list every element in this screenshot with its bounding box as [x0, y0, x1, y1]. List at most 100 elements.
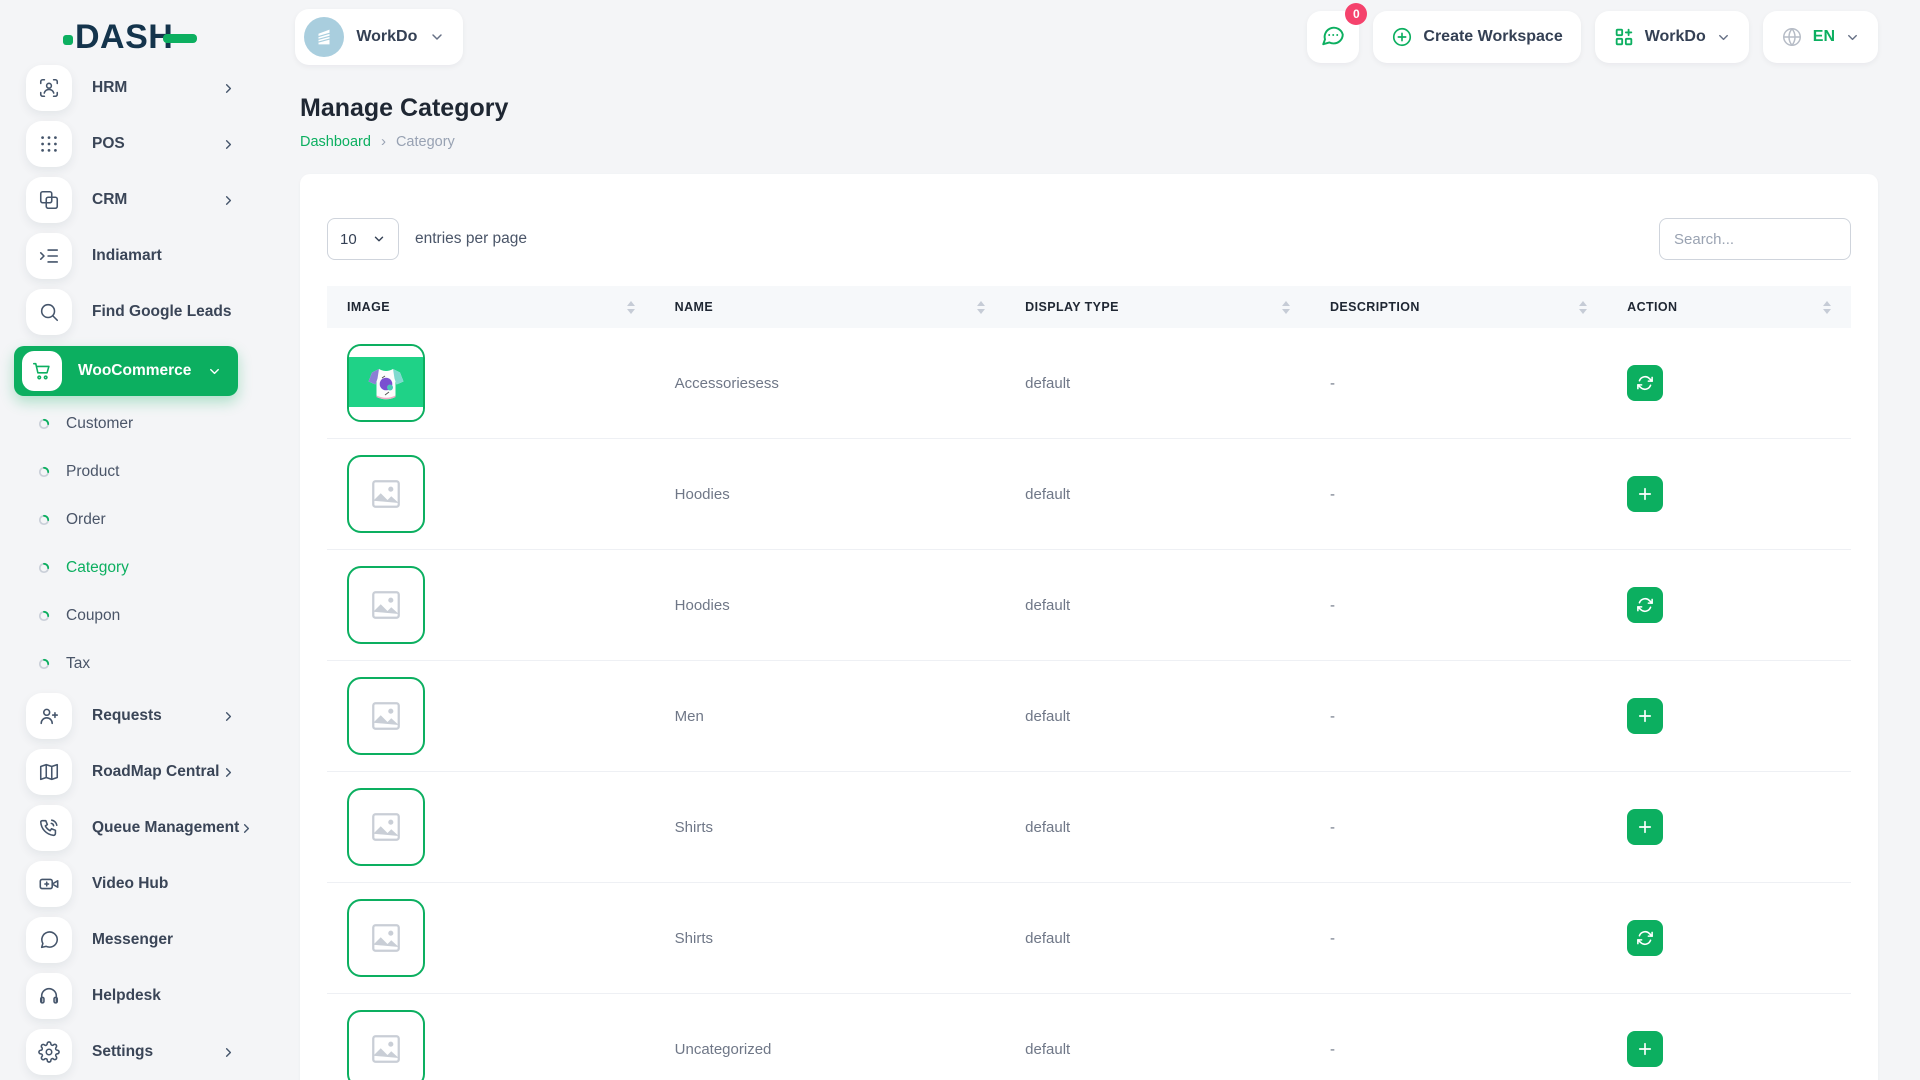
- category-name-cell: Men: [654, 660, 1006, 772]
- table-row: Hoodies default -: [327, 549, 1851, 661]
- sidebar-item-requests[interactable]: Requests: [0, 688, 258, 744]
- sidebar-item-label: POS: [92, 135, 125, 152]
- column-header-image[interactable]: IMAGE: [327, 286, 655, 328]
- category-action-button[interactable]: [1627, 698, 1664, 734]
- sidebar-item-label: WooCommerce: [78, 362, 192, 379]
- globe-icon: [1781, 26, 1803, 48]
- column-header-display-type[interactable]: DISPLAY TYPE: [1005, 286, 1310, 328]
- refresh-icon: [1636, 596, 1654, 614]
- app-menu-label: WorkDo: [1644, 28, 1706, 45]
- display-type-cell: default: [1005, 882, 1310, 994]
- topbar: DASH WorkDo 0 Create Workspace WorkDo EN: [0, 0, 1920, 74]
- table-row: Accessoriesess default -: [327, 328, 1851, 439]
- sidebar-subitem-label: Order: [66, 511, 106, 528]
- sidebar-subitem-tax[interactable]: Tax: [0, 640, 258, 688]
- sidebar-item-video-hub[interactable]: Video Hub: [0, 856, 258, 912]
- category-action-button[interactable]: [1627, 920, 1664, 956]
- table-row: Men default -: [327, 660, 1851, 772]
- sidebar-item-hrm[interactable]: HRM: [0, 60, 258, 116]
- category-table-header: IMAGE NAME DISPLAY TYPE DESCRIPTION ACTION: [327, 286, 1851, 328]
- app-menu-button[interactable]: WorkDo: [1594, 11, 1749, 63]
- description-cell: -: [1309, 882, 1608, 994]
- plus-icon: [1636, 485, 1654, 503]
- dash-logo[interactable]: DASH: [63, 18, 198, 57]
- sidebar-item-find-google-leads[interactable]: Find Google Leads: [0, 284, 258, 340]
- placeholder-thumbnail: [347, 455, 425, 533]
- column-header-action[interactable]: ACTION: [1607, 286, 1851, 328]
- page-title: Manage Category: [300, 94, 509, 122]
- description-cell: -: [1309, 993, 1608, 1080]
- sidebar-item-woocommerce[interactable]: WooCommerce: [14, 346, 238, 396]
- column-header-name[interactable]: NAME: [654, 286, 1006, 328]
- sidebar-item-roadmap-central[interactable]: RoadMap Central: [0, 744, 258, 800]
- table-row: Shirts default -: [327, 882, 1851, 994]
- sidebar-item-helpdesk[interactable]: Helpdesk: [0, 968, 258, 1024]
- table-row: Hoodies default -: [327, 438, 1851, 550]
- sidebar-subitem-customer[interactable]: Customer: [0, 400, 258, 448]
- placeholder-thumbnail: [347, 788, 425, 866]
- sidebar-subitem-order[interactable]: Order: [0, 496, 258, 544]
- description-cell: -: [1309, 549, 1608, 661]
- sidebar-subitem-label: Coupon: [66, 607, 121, 624]
- entries-per-page-select[interactable]: 10: [327, 218, 399, 260]
- chevron-right-icon: [221, 81, 236, 96]
- phone-call-icon: [26, 805, 72, 851]
- entries-per-page-value: 10: [340, 230, 357, 248]
- plus-circle-icon: [1391, 26, 1413, 48]
- video-camera-icon: [26, 861, 72, 907]
- column-header-label: DESCRIPTION: [1329, 300, 1420, 314]
- category-name-cell: Hoodies: [654, 549, 1006, 661]
- grid-plus-icon: [1613, 26, 1635, 48]
- placeholder-thumbnail: [347, 677, 425, 755]
- sidebar-item-label: Queue Management: [92, 819, 240, 836]
- column-header-description[interactable]: DESCRIPTION: [1309, 286, 1608, 328]
- category-action-button[interactable]: [1627, 1031, 1664, 1067]
- placeholder-thumbnail: [347, 899, 425, 977]
- search-input[interactable]: [1659, 218, 1851, 260]
- sidebar-item-label: Indiamart: [92, 247, 162, 264]
- category-action-button[interactable]: [1627, 476, 1664, 512]
- display-type-cell: default: [1005, 771, 1310, 883]
- refresh-icon: [1636, 929, 1654, 947]
- create-workspace-button[interactable]: Create Workspace: [1373, 11, 1581, 63]
- crm-icon: [26, 177, 72, 223]
- map-icon: [26, 749, 72, 795]
- sidebar-item-label: RoadMap Central: [92, 763, 220, 780]
- message-circle-icon: [26, 917, 72, 963]
- category-action-button[interactable]: [1627, 365, 1664, 401]
- sidebar-item-settings[interactable]: Settings: [0, 1024, 258, 1080]
- display-type-cell: default: [1005, 438, 1310, 550]
- sidebar-item-label: HRM: [92, 79, 128, 96]
- sidebar-nav: HRM POS CRM Indiamart Find Google Leads WooCo…: [0, 60, 258, 1080]
- category-action-button[interactable]: [1627, 809, 1664, 845]
- workspace-label: WorkDo: [356, 28, 418, 45]
- chevron-right-icon: [239, 821, 254, 836]
- gear-icon: [26, 1029, 72, 1075]
- chevron-down-icon: [1848, 34, 1857, 40]
- bullet-icon: [38, 418, 50, 430]
- sidebar-item-queue-management[interactable]: Queue Management: [0, 800, 258, 856]
- pos-icon: [26, 121, 72, 167]
- chevron-down-icon: [207, 364, 222, 379]
- sidebar-item-indiamart[interactable]: Indiamart: [0, 228, 258, 284]
- category-action-button[interactable]: [1627, 587, 1664, 623]
- sidebar-subitem-category[interactable]: Category: [0, 544, 258, 592]
- chevron-down-icon: [1718, 34, 1728, 40]
- sidebar-subitem-coupon[interactable]: Coupon: [0, 592, 258, 640]
- sidebar-item-crm[interactable]: CRM: [0, 172, 258, 228]
- breadcrumb-current: Category: [395, 133, 455, 150]
- display-type-cell: default: [1005, 993, 1310, 1080]
- sidebar-item-label: Messenger: [92, 931, 173, 948]
- sidebar-item-messenger[interactable]: Messenger: [0, 912, 258, 968]
- messages-button[interactable]: 0: [1307, 3, 1368, 63]
- sidebar-subitem-product[interactable]: Product: [0, 448, 258, 496]
- language-button[interactable]: EN: [1762, 11, 1878, 63]
- indiamart-icon: [26, 233, 72, 279]
- main-content: Manage Category Dashboard › Category 10 …: [258, 74, 1920, 1080]
- sidebar-subitem-label: Customer: [66, 415, 134, 432]
- workspace-selector[interactable]: WorkDo: [295, 9, 464, 65]
- sidebar-subitem-label: Product: [66, 463, 120, 480]
- create-workspace-label: Create Workspace: [1423, 28, 1563, 45]
- sidebar-item-pos[interactable]: POS: [0, 116, 258, 172]
- breadcrumb-dashboard-link[interactable]: Dashboard: [300, 134, 371, 150]
